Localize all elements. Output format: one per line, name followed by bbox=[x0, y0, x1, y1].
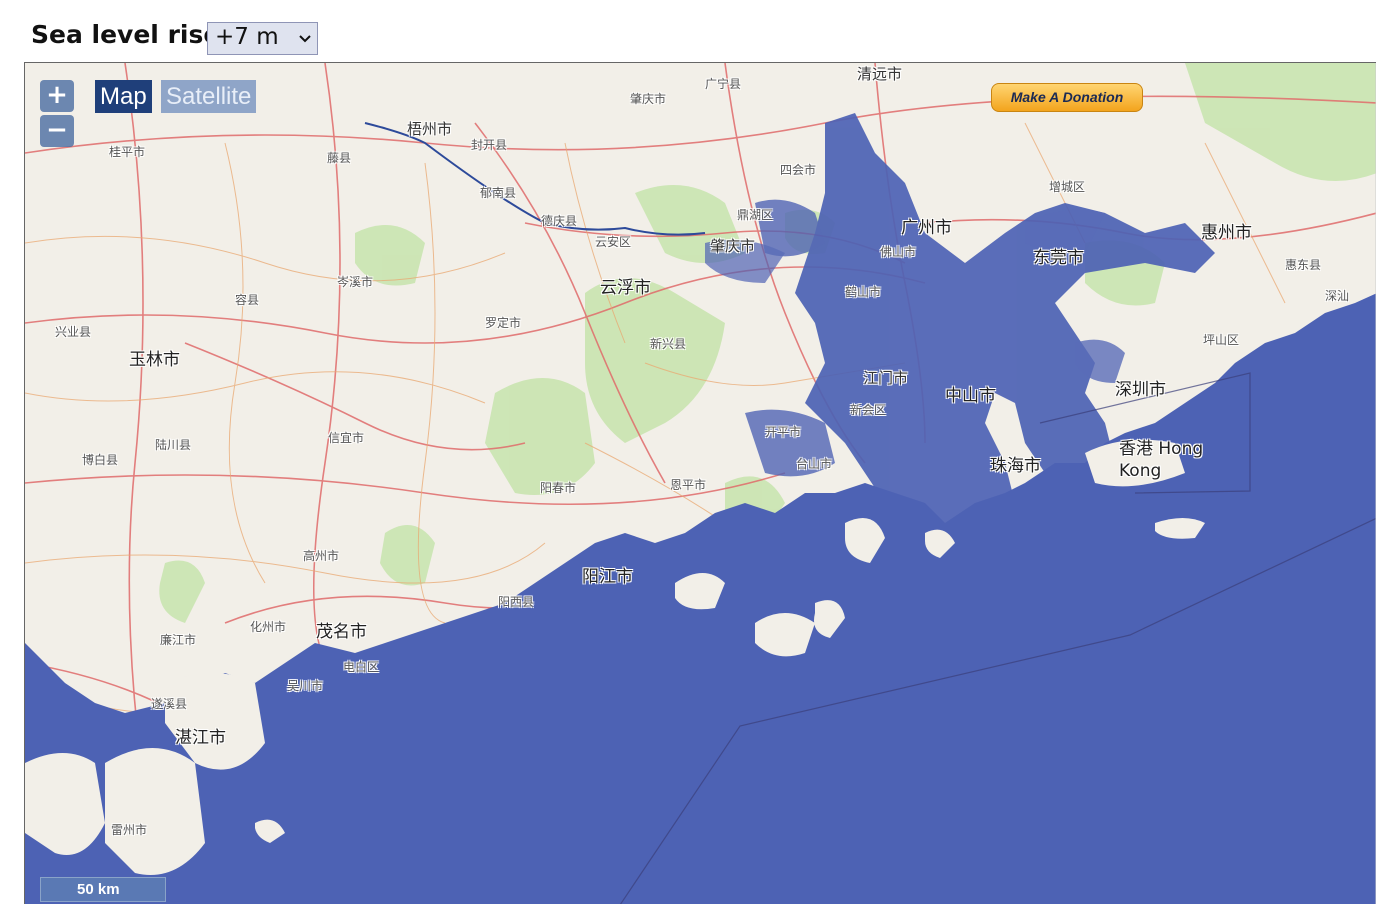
city-label: 阳西县 bbox=[498, 595, 535, 609]
city-label: 台山市 bbox=[796, 457, 833, 471]
city-label: 廉江市 bbox=[160, 633, 197, 647]
city-label: 封开县 bbox=[471, 138, 508, 152]
city-label: 梧州市 bbox=[407, 120, 453, 138]
city-label: 增城区 bbox=[1049, 180, 1086, 194]
city-label: 罗定市 bbox=[485, 316, 522, 330]
header: Sea level rise: +7 m bbox=[0, 0, 1376, 62]
city-label: 鹤山市 bbox=[845, 285, 882, 299]
city-label: 恩平市 bbox=[670, 478, 707, 492]
city-label: 藤县 bbox=[327, 151, 352, 165]
city-label: 容县 bbox=[235, 293, 260, 307]
city-label: 博白县 bbox=[82, 453, 119, 467]
city-label: 四会市 bbox=[780, 163, 817, 177]
city-label: 云安区 bbox=[595, 235, 632, 249]
city-label: 岑溪市 bbox=[337, 275, 374, 289]
city-label: 阳江市 bbox=[582, 567, 633, 587]
city-label: 云浮市 bbox=[600, 278, 651, 298]
zoom-in-button[interactable]: + bbox=[40, 80, 74, 112]
city-label: 遂溪县 bbox=[151, 697, 188, 711]
city-label: 东莞市 bbox=[1033, 248, 1084, 268]
chevron-down-icon bbox=[299, 35, 311, 43]
city-label: 阳春市 bbox=[540, 481, 577, 495]
city-label: 德庆县 bbox=[541, 214, 578, 228]
city-label: 鼎湖区 bbox=[737, 208, 774, 222]
city-label: 高州市 bbox=[303, 549, 340, 563]
city-label: 新兴县 bbox=[650, 337, 687, 351]
city-label: 郁南县 bbox=[480, 186, 517, 200]
map-type-map-button[interactable]: Map bbox=[95, 80, 152, 113]
city-label: 化州市 bbox=[250, 620, 287, 634]
sea-level-select[interactable]: +7 m bbox=[207, 22, 318, 55]
city-label: 惠东县 bbox=[1285, 258, 1322, 272]
city-label: 广宁县 bbox=[705, 77, 742, 91]
city-label: 珠海市 bbox=[990, 456, 1041, 476]
city-label: 江门市 bbox=[863, 369, 909, 387]
city-label: 雷州市 bbox=[111, 823, 148, 837]
city-label: 开平市 bbox=[765, 425, 802, 439]
city-label: 新会区 bbox=[850, 403, 887, 417]
city-label: 香港 Hong Kong bbox=[1119, 439, 1204, 481]
city-label: 肇庆市 bbox=[630, 92, 667, 106]
map-type-satellite-button[interactable]: Satellite bbox=[161, 80, 257, 113]
city-label: 深汕 bbox=[1325, 289, 1350, 303]
city-label: 中山市 bbox=[945, 386, 996, 406]
zoom-out-button[interactable]: − bbox=[40, 115, 74, 147]
city-label: 陆川县 bbox=[155, 438, 192, 452]
city-label: 信宜市 bbox=[328, 431, 365, 445]
city-label: 坪山区 bbox=[1203, 333, 1240, 347]
sea-level-select-value: +7 m bbox=[215, 24, 279, 50]
map-view[interactable]: 清远市 广宁县 肇庆市 梧州市 封开县 藤县 郁南县 德庆县 云安区 四会市 鼎… bbox=[24, 62, 1376, 904]
scale-bar: 50 km bbox=[40, 877, 166, 902]
donate-button[interactable]: Make A Donation bbox=[991, 83, 1143, 112]
city-label: 吴川市 bbox=[287, 679, 324, 693]
city-label: 湛江市 bbox=[175, 728, 226, 748]
city-label: 广州市 bbox=[901, 218, 952, 238]
city-label: 桂平市 bbox=[109, 145, 146, 159]
city-label: 兴业县 bbox=[55, 325, 92, 339]
city-label: 玉林市 bbox=[129, 350, 180, 370]
city-label: 电白区 bbox=[343, 660, 380, 674]
sea-level-label: Sea level rise: bbox=[31, 20, 231, 49]
city-label: 清远市 bbox=[857, 65, 903, 83]
city-label: 茂名市 bbox=[316, 622, 367, 642]
city-label: 惠州市 bbox=[1201, 223, 1252, 243]
city-label: 佛山市 bbox=[880, 245, 917, 259]
city-label: 深圳市 bbox=[1115, 380, 1166, 400]
city-label: 肇庆市 bbox=[710, 237, 756, 255]
